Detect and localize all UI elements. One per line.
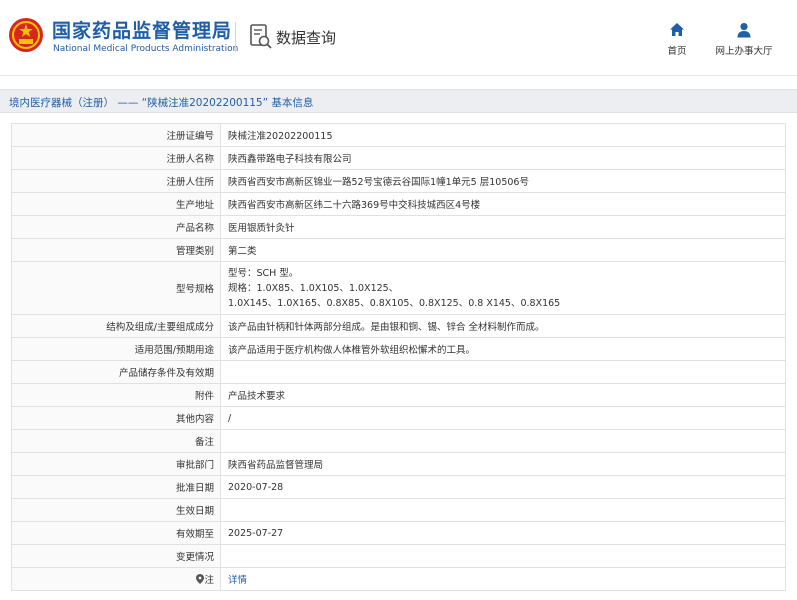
table-row: 生产地址 陕西省西安市高新区纬二十六路369号中交科技城西区4号楼 [11,192,786,216]
field-label: 结构及组成/主要组成成分 [11,314,221,338]
field-value [220,429,786,453]
field-label: 产品储存条件及有效期 [11,360,221,384]
field-label-note: 注 [11,567,221,591]
data-query-label: 数据查询 [276,28,337,47]
registration-detail-table: 注册证编号 陕械注准20202200115 注册人名称 陕西鑫带路电子科技有限公… [11,123,786,591]
table-row: 其他内容 / [11,406,786,430]
nav-online-hall[interactable]: 网上办事大厅 [712,22,776,57]
field-value: 医用银质针灸针 [220,215,786,239]
table-row: 有效期至 2025-07-27 [11,521,786,545]
table-row: 注册人住所 陕西省西安市高新区锦业一路52号宝德云谷国际1幢1单元5 层1050… [11,169,786,193]
table-row: 结构及组成/主要组成成分 该产品由针柄和针体两部分组成。是由银和铜、锡、锌合 全… [11,314,786,338]
field-value [220,498,786,522]
field-label: 附件 [11,383,221,407]
field-value: 详情 [220,567,786,591]
nav-home[interactable]: 首页 [664,22,690,57]
field-label: 备注 [11,429,221,453]
spec-line: 1.0X145、1.0X165、0.8X85、0.8X105、0.8X125、0… [228,297,561,309]
field-label: 型号规格 [11,261,221,315]
table-row: 产品储存条件及有效期 [11,360,786,384]
header-divider [235,22,236,52]
field-label: 适用范围/预期用途 [11,337,221,361]
field-label: 注册人名称 [11,146,221,170]
field-value: 陕西省西安市高新区纬二十六路369号中交科技城西区4号楼 [220,192,786,216]
breadcrumb-category[interactable]: 境内医疗器械（注册） [9,97,114,109]
table-row: 注册证编号 陕械注准20202200115 [11,123,786,147]
field-value: 第二类 [220,238,786,262]
field-label: 生效日期 [11,498,221,522]
model-line: 型号：SCH 型。 [228,267,299,279]
field-label: 产品名称 [11,215,221,239]
table-row: 生效日期 [11,498,786,522]
field-value: 型号：SCH 型。 规格：1.0X85、1.0X105、1.0X125、 1.0… [220,261,786,315]
field-value: 陕械注准20202200115 [220,123,786,147]
field-value: 产品技术要求 [220,383,786,407]
field-label: 有效期至 [11,521,221,545]
table-row: 适用范围/预期用途 该产品适用于医疗机构做人体椎管外软组织松懈术的工具。 [11,337,786,361]
field-label: 生产地址 [11,192,221,216]
breadcrumb-suffix: 基本信息 [271,97,314,109]
field-label: 批准日期 [11,475,221,499]
field-value: 该产品适用于医疗机构做人体椎管外软组织松懈术的工具。 [220,337,786,361]
field-label: 其他内容 [11,406,221,430]
field-value [220,544,786,568]
spec-line: 规格：1.0X85、1.0X105、1.0X125、 [228,282,399,294]
nav-online-hall-label: 网上办事大厅 [715,46,773,57]
user-icon [737,23,751,38]
field-value: 2025-07-27 [220,521,786,545]
field-value: 陕西省西安市高新区锦业一路52号宝德云谷国际1幢1单元5 层10506号 [220,169,786,193]
field-value: 2020-07-28 [220,475,786,499]
national-emblem-icon [9,18,43,52]
field-label: 注册人住所 [11,169,221,193]
table-row: 管理类别 第二类 [11,238,786,262]
field-value: / [220,406,786,430]
note-label: 注 [204,575,214,586]
field-value: 陕西省药品监督管理局 [220,452,786,476]
details-link[interactable]: 详情 [228,575,247,586]
field-label: 注册证编号 [11,123,221,147]
breadcrumb-item: “陕械注准20202200115” [141,97,269,109]
table-row: 产品名称 医用银质针灸针 [11,215,786,239]
breadcrumb-separator: —— [117,97,139,109]
data-query-link[interactable]: 数据查询 [250,24,336,50]
field-label: 管理类别 [11,238,221,262]
site-header: 国家药品监督管理局 National Medical Products Admi… [0,0,797,76]
table-row: 备注 [11,429,786,453]
document-search-icon [250,24,272,49]
breadcrumb-bar: 境内医疗器械（注册） —— “陕械注准20202200115” 基本信息 [0,89,797,113]
table-row: 型号规格 型号：SCH 型。 规格：1.0X85、1.0X105、1.0X125… [11,261,786,315]
breadcrumb: 境内医疗器械（注册） —— “陕械注准20202200115” 基本信息 [9,95,313,110]
site-title-cn[interactable]: 国家药品监督管理局 [52,16,232,43]
field-label: 变更情况 [11,544,221,568]
home-icon [670,23,684,36]
nav-home-label: 首页 [667,46,687,57]
field-value: 陕西鑫带路电子科技有限公司 [220,146,786,170]
table-row: 批准日期 2020-07-28 [11,475,786,499]
field-value: 该产品由针柄和针体两部分组成。是由银和铜、锡、锌合 全材料制作而成。 [220,314,786,338]
table-row: 审批部门 陕西省药品监督管理局 [11,452,786,476]
field-value [220,360,786,384]
site-title-en: National Medical Products Administration [53,44,239,54]
table-row: 注册人名称 陕西鑫带路电子科技有限公司 [11,146,786,170]
field-label: 审批部门 [11,452,221,476]
table-row: 变更情况 [11,544,786,568]
table-row: 附件 产品技术要求 [11,383,786,407]
table-row: 注 详情 [11,567,786,591]
